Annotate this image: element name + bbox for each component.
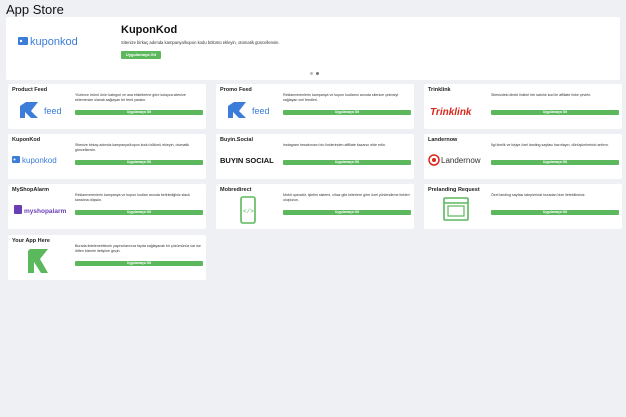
svg-text:</>: </> (243, 208, 254, 215)
card-title: Trinklink (428, 87, 451, 93)
feed-logo: feed (12, 96, 68, 124)
app-card-product-feed: Product Feed feed Yüzlerce ürünü ürün ka… (8, 84, 206, 129)
go-to-app-button[interactable]: Uygulamaya Git (75, 110, 203, 115)
browser-window-icon (428, 196, 484, 224)
kuponkod-logo: kuponkod (18, 33, 88, 49)
card-description: Sitenizdeki direkt linkleri tek satırlık… (491, 93, 592, 97)
go-to-app-button[interactable]: Uygulamaya Git (283, 160, 411, 165)
card-description: İlgi kimlik ve kişiye özel landing sayfa… (491, 143, 609, 147)
go-to-app-button[interactable]: Uygulamaya Git (75, 210, 203, 215)
myshopalarm-logo: myshopalarm (12, 196, 68, 224)
go-to-app-button[interactable]: Uygulamaya Git (283, 210, 411, 215)
card-description: Reklamverenlerin kampanya ve kupon kodla… (283, 93, 399, 102)
card-title: Promo Feed (220, 87, 252, 93)
card-description: Sitenize birkaç adımda kampanya/kupon ko… (75, 143, 190, 152)
hero-go-to-app-button[interactable]: Uygulamaya Git (121, 51, 161, 59)
card-title: MyShopAlarm (12, 187, 49, 193)
card-title: Mobredirect (220, 187, 252, 193)
app-card-promo-feed: Promo Feed feed Reklamverenlerin kampany… (216, 84, 414, 129)
trinklink-logo: Trinklink (428, 96, 484, 124)
app-card-myshopalarm: MyShopAlarm myshopalarm Reklamverenlerin… (8, 184, 206, 229)
go-to-app-button[interactable]: Uygulamaya Git (491, 110, 619, 115)
card-description: Mobil operatör, işletim sistemi, cihaz g… (283, 193, 410, 202)
carousel-dot[interactable] (310, 72, 313, 75)
svg-text:feed: feed (252, 106, 270, 116)
card-description: Instagram hesabınızın bio linklerinden a… (283, 143, 386, 147)
hero-title: KuponKod (121, 24, 178, 36)
svg-text:myshopalarm: myshopalarm (24, 208, 66, 215)
card-title: Landernow (428, 137, 458, 143)
card-description: Özel landing sayfası taleplerinizi burad… (491, 193, 586, 197)
svg-text:kuponkod: kuponkod (22, 156, 57, 165)
app-card-buyin-social: Buyin.Social BUYIN SOCIAL Instagram hesa… (216, 134, 414, 179)
svg-text:Landernow: Landernow (441, 156, 481, 165)
card-title: KuponKod (12, 137, 41, 143)
carousel-dot-active[interactable] (316, 72, 319, 75)
app-card-kuponkod: KuponKod kuponkod Sitenize birkaç adımda… (8, 134, 206, 179)
page-title: App Store (6, 2, 64, 17)
go-to-app-button[interactable]: Uygulamaya Git (75, 160, 203, 165)
svg-text:BUYIN SOCIAL: BUYIN SOCIAL (220, 156, 274, 165)
svg-text:feed: feed (44, 106, 62, 116)
card-title: Buyin.Social (220, 137, 254, 143)
app-card-prelanding-request: Prelanding Request Özel landing sayfası … (424, 184, 622, 229)
go-to-app-button[interactable]: Uygulamaya Git (283, 110, 411, 115)
r-logo-icon (12, 247, 68, 275)
card-title: Your App Here (12, 238, 50, 244)
landernow-logo: Landernow (428, 146, 484, 174)
card-description: Yüzlerce ürünü ürün kategori ve ana etik… (75, 93, 186, 102)
app-card-landernow: Landernow Landernow İlgi kimlik ve kişiy… (424, 134, 622, 179)
carousel-dots (310, 72, 319, 75)
card-description: Reklamverenlerin kampanya ve kupon kodla… (75, 193, 190, 202)
kuponkod-logo: kuponkod (12, 146, 68, 174)
app-card-trinklink: Trinklink Trinklink Sitenizdeki direkt l… (424, 84, 622, 129)
feed-logo: feed (220, 96, 276, 124)
go-to-app-button[interactable]: Uygulamaya Git (491, 160, 619, 165)
hero-logo-text: kuponkod (30, 36, 78, 48)
hero-description: Sitenize birkaç adımda kampanya/kupon ko… (121, 40, 280, 45)
card-description: Burada listelenebilecek yayıncılarınıza … (75, 244, 201, 253)
card-title: Prelanding Request (428, 187, 480, 193)
buyin-social-logo: BUYIN SOCIAL (220, 146, 276, 174)
mobile-code-icon: </> (220, 196, 276, 224)
go-to-app-button[interactable]: Uygulamaya Git (75, 261, 203, 266)
card-title: Product Feed (12, 87, 48, 93)
featured-app-banner: kuponkod KuponKod Sitenize birkaç adımda… (6, 17, 620, 80)
go-to-app-button[interactable]: Uygulamaya Git (491, 210, 619, 215)
app-card-mobredirect: Mobredirect </> Mobil operatör, işletim … (216, 184, 414, 229)
app-card-your-app-here: Your App Here Burada listelenebilecek ya… (8, 235, 206, 280)
svg-text:Trinklink: Trinklink (430, 107, 472, 118)
